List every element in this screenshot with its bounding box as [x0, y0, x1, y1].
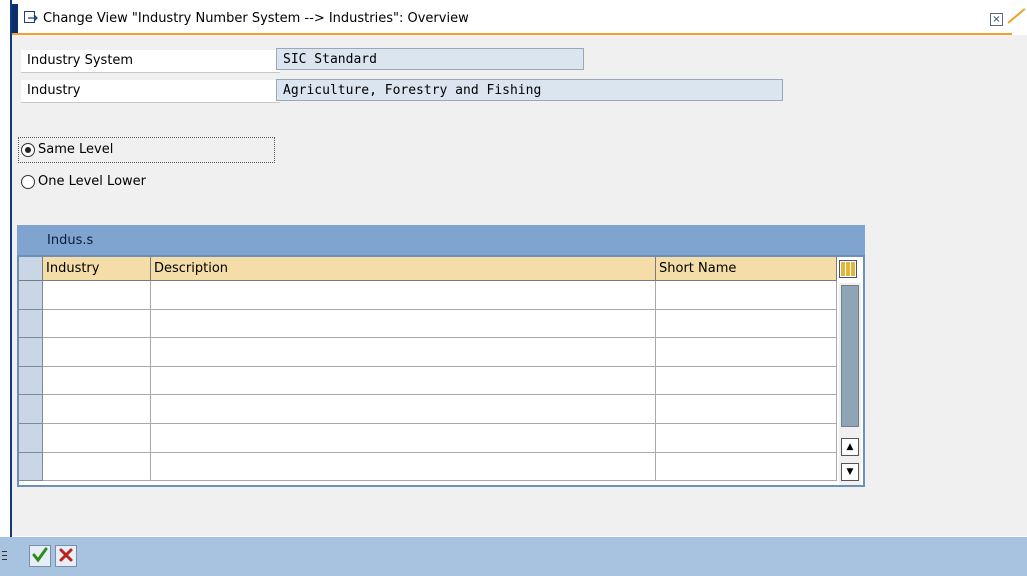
one-level-lower-label: One Level Lower [38, 174, 146, 189]
title-bar: Change View "Industry Number System --> … [12, 4, 1027, 35]
table-cell-short-name[interactable] [656, 309, 837, 339]
table-cell-industry[interactable] [43, 281, 151, 310]
radio-selected-icon [21, 143, 35, 157]
column-header-industry[interactable]: Industry [43, 257, 151, 281]
close-window-icon[interactable]: × [990, 13, 1003, 26]
confirm-checkmark-icon [32, 547, 48, 563]
table-cell-description[interactable] [151, 452, 656, 482]
select-all-rows-button[interactable] [19, 257, 43, 281]
industry-label: Industry [21, 80, 280, 103]
table-cell-short-name[interactable] [656, 366, 837, 396]
row-selector[interactable] [19, 395, 43, 424]
row-selector[interactable] [19, 338, 43, 367]
title-stripe [12, 4, 18, 34]
row-selector[interactable] [19, 452, 43, 482]
row-selector[interactable] [19, 424, 43, 453]
table-title: Indus.s [47, 233, 94, 248]
table-cell-description[interactable] [151, 338, 656, 367]
transaction-arrow-icon [24, 11, 38, 23]
table-settings-icon[interactable] [839, 260, 857, 278]
table-cell-short-name[interactable] [656, 338, 837, 367]
table-cell-industry[interactable] [43, 395, 151, 424]
table-cell-description[interactable] [151, 395, 656, 424]
cancel-button[interactable] [55, 545, 77, 567]
scroll-down-arrow-icon[interactable]: ▼ [841, 463, 859, 481]
same-level-label: Same Level [38, 142, 114, 157]
industries-table: Indus.s Industry Description Short Name … [17, 225, 865, 487]
row-selector[interactable] [19, 281, 43, 310]
column-header-description[interactable]: Description [151, 257, 656, 281]
table-cell-industry[interactable] [43, 338, 151, 367]
table-cell-industry[interactable] [43, 424, 151, 453]
table-cell-industry[interactable] [43, 309, 151, 339]
title-accent-diagonal [1007, 8, 1026, 24]
table-cell-industry[interactable] [43, 366, 151, 396]
radio-unselected-icon [21, 175, 35, 189]
table-cell-short-name[interactable] [656, 452, 837, 482]
table-cell-description[interactable] [151, 281, 656, 310]
row-selector[interactable] [19, 309, 43, 339]
vertical-scrollbar[interactable]: ▲ ▼ [839, 283, 861, 485]
row-selector[interactable] [19, 366, 43, 396]
table-cell-description[interactable] [151, 309, 656, 339]
cancel-x-icon [59, 548, 73, 562]
column-header-short-name[interactable]: Short Name [656, 257, 837, 281]
confirm-button[interactable] [29, 545, 51, 567]
table-cell-short-name[interactable] [656, 281, 837, 310]
table-grid: Industry Description Short Name ▲ ▼ [19, 257, 863, 485]
industry-system-label: Industry System [21, 50, 280, 73]
table-cell-description[interactable] [151, 424, 656, 453]
industry-system-field[interactable]: SIC Standard [276, 48, 584, 70]
table-title-bar: Indus.s [17, 225, 865, 255]
table-cell-description[interactable] [151, 366, 656, 396]
table-cell-short-name[interactable] [656, 424, 837, 453]
table-cell-industry[interactable] [43, 452, 151, 482]
industry-field[interactable]: Agriculture, Forestry and Fishing [276, 79, 783, 101]
window-title: Change View "Industry Number System --> … [43, 11, 469, 26]
grip-icon [2, 551, 7, 560]
scroll-up-arrow-icon[interactable]: ▲ [841, 438, 859, 456]
scrollbar-thumb[interactable] [841, 285, 859, 427]
footer-toolbar [0, 537, 1027, 576]
table-cell-short-name[interactable] [656, 395, 837, 424]
